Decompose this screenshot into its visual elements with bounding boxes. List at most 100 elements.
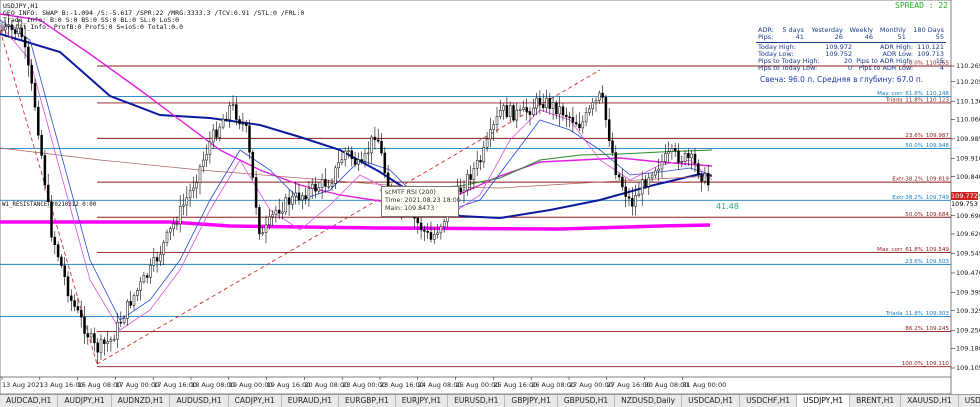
candle-body <box>129 301 132 306</box>
candle-body <box>244 123 248 126</box>
tab-gbpusd[interactable]: GBPUSD,H1 <box>558 395 616 407</box>
candle-body <box>304 195 307 200</box>
profit-info: Profit_Info: ProfB:0 ProfS:0 S=ioS:0 Tot… <box>3 23 184 31</box>
candle-body <box>188 190 192 199</box>
candle-body <box>195 182 198 189</box>
candle-body <box>294 192 297 197</box>
fib-level-label: Max_corr_61.8%_109.549 <box>877 247 949 253</box>
candle-body <box>469 174 472 180</box>
tab-audcad[interactable]: AUDCAD,H1 <box>0 395 59 407</box>
candle-body <box>79 309 83 318</box>
y-axis-label: 109.690 <box>956 212 980 220</box>
candle-body <box>664 153 667 162</box>
tab-gbpjpy[interactable]: GBPJPY,H1 <box>505 395 558 407</box>
tab-audjpy[interactable]: AUDJPY,H1 <box>58 395 112 407</box>
bid-price-badge: 109.753 <box>951 200 978 208</box>
candle-body <box>347 150 350 152</box>
tab-usdjpy[interactable]: USDJPY,H1 <box>797 395 851 407</box>
candle-body <box>271 214 274 218</box>
candle-body <box>93 333 96 344</box>
resistance-label: W1_RESISTANCE_20210312 0:00 <box>2 202 97 208</box>
candle-body <box>251 151 255 178</box>
y-axis-label: 110.130 <box>956 97 980 105</box>
adr-header-row: ADR: 5 days Yesterday Weekly Monthly 180… <box>758 26 944 34</box>
candle-body <box>482 147 486 163</box>
candle-body <box>433 234 436 240</box>
candle-body <box>607 119 611 142</box>
candle-body <box>281 211 284 214</box>
y-axis-label: 109.910 <box>956 155 980 163</box>
fib-level-label: 23.6%_109.987 <box>905 133 949 139</box>
candle-body <box>680 161 684 163</box>
candle-body <box>218 126 222 138</box>
tab-eurusd[interactable]: EURUSD,H1 <box>448 395 506 407</box>
tab-cadjpy[interactable]: CADJPY,H1 <box>229 395 282 407</box>
candle-body <box>268 216 271 226</box>
candle-body <box>700 175 703 182</box>
tab-audusd[interactable]: AUDUSD,H1 <box>170 395 229 407</box>
candle-body <box>541 104 545 108</box>
candle-body <box>86 333 90 338</box>
tab-audnzd[interactable]: AUDNZD,H1 <box>112 395 171 407</box>
tab-usdchf[interactable]: USDCHF,H1 <box>740 395 798 407</box>
candle-body <box>73 300 76 307</box>
candle-body <box>320 179 324 188</box>
candle-body <box>126 301 129 319</box>
y-axis-label: 109.105 <box>956 364 980 372</box>
candle-body <box>248 125 251 153</box>
candle-body <box>228 105 231 120</box>
candle-body <box>159 253 162 262</box>
tab-usdcad[interactable]: USDCAD,H1 <box>682 395 741 407</box>
candle-body <box>631 198 634 207</box>
candle-body <box>624 186 627 197</box>
fib-level-label: 50.0%_109.684 <box>905 212 949 218</box>
candle-body <box>106 341 109 344</box>
candle-body <box>654 170 657 176</box>
candle-depth-text: Свеча: 96.0 п. Средняя в глубину: 67.0 п… <box>760 75 924 84</box>
candle-body <box>231 104 235 106</box>
candle-body <box>383 152 387 174</box>
tab-usdrub[interactable]: USDRUB,Daily <box>959 395 980 407</box>
candle-body <box>703 173 707 182</box>
fib-level-label: 86.2%_109.245 <box>905 326 949 332</box>
candle-body <box>33 83 37 108</box>
candle-body <box>499 110 502 117</box>
pips-distance-label: 41.48 <box>716 202 739 211</box>
fib-level-label: Extr-38.2%_109.749 <box>892 195 949 201</box>
fib-level-label: 50.0%_109.948 <box>905 143 949 149</box>
tab-eurgbp[interactable]: EURGBP,H1 <box>339 395 396 407</box>
candle-body <box>426 231 429 233</box>
tab-euraud[interactable]: EURAUD,H1 <box>282 395 340 407</box>
tab-xauusd[interactable]: XAUUSD,H1 <box>901 395 959 407</box>
y-axis-label: 110.265 <box>956 62 980 70</box>
candle-body <box>683 153 687 162</box>
candle-body <box>337 162 340 169</box>
candle-body <box>505 105 509 117</box>
tab-eurjpy[interactable]: EURJPY,H1 <box>396 395 449 407</box>
candle-body <box>551 102 555 109</box>
candle-body <box>116 321 119 340</box>
candle-body <box>350 150 354 159</box>
candle-body <box>416 217 420 224</box>
candle-body <box>284 197 288 213</box>
candle-body <box>60 256 63 266</box>
candle-body <box>650 174 654 179</box>
candle-body <box>287 197 291 205</box>
candle-body <box>574 122 578 125</box>
candle-body <box>119 321 123 324</box>
tab-nzdusd[interactable]: NZDUSD,Daily <box>615 395 683 407</box>
y-axis-label: 109.470 <box>956 269 980 277</box>
candle-body <box>561 106 565 116</box>
candle-body <box>277 209 281 214</box>
tooltip-time: Time: 2021.08.23 18:00 <box>385 197 461 204</box>
candle-body <box>479 160 482 163</box>
symbol-tab-bar: AUDCAD,H1 AUDJPY,H1 AUDNZD,H1 AUDUSD,H1 … <box>0 394 980 407</box>
candle-body <box>330 183 334 187</box>
candle-body <box>604 97 608 120</box>
candle-body <box>584 112 588 123</box>
candle-body <box>508 105 512 117</box>
y-axis-label: 110.060 <box>956 116 980 124</box>
tab-brent[interactable]: BRENT,H1 <box>850 395 902 407</box>
candle-body <box>568 116 571 119</box>
candle-body <box>103 339 106 344</box>
